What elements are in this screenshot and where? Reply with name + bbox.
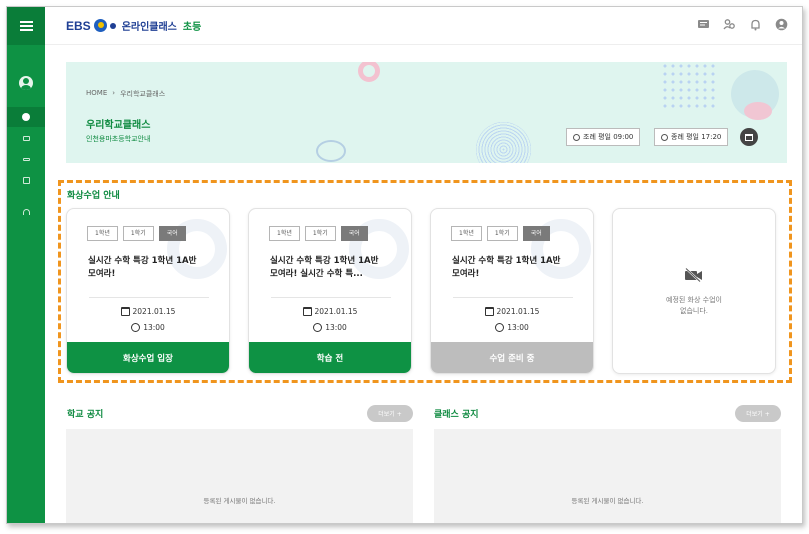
- card-tags: 1학년 1학기 국어: [451, 226, 550, 241]
- subject-tag: 국어: [340, 226, 368, 241]
- card-time: 13:00: [249, 323, 411, 332]
- live-class-card[interactable]: 1학년 1학기 국어 실시간 수학 특강 1학년 1A반 모여라! 2021.0…: [66, 208, 230, 374]
- card-title: 실시간 수학 특강 1학년 1A반 모여라!: [452, 256, 561, 279]
- breadcrumb-separator: ›: [112, 89, 116, 97]
- account-icon[interactable]: [775, 18, 788, 31]
- grade-tag: 1학년: [451, 226, 482, 241]
- breadcrumb: HOME › 우리학교클래스: [86, 89, 165, 99]
- enter-live-class-button[interactable]: 화상수업 입장: [67, 342, 229, 373]
- sound-icon[interactable]: [7, 132, 45, 144]
- calendar-icon: [120, 307, 130, 316]
- page-title: 우리학교클래스: [86, 120, 151, 131]
- preparing-class-button: 수업 준비 중: [431, 342, 593, 373]
- video-off-icon: [685, 268, 702, 282]
- class-notice-panel: 등록된 게시물이 없습니다.: [434, 429, 781, 523]
- breadcrumb-current: 우리학교클래스: [120, 90, 166, 98]
- top-header: EBS 온라인클래스 초등: [45, 7, 802, 45]
- school-name: 인천용마초등학교안내: [86, 135, 151, 143]
- calendar-icon: [484, 307, 494, 316]
- clock-icon: [661, 133, 668, 141]
- dismissal-label: 종례 평일 17:20: [671, 133, 722, 141]
- headset-icon[interactable]: [7, 206, 45, 218]
- school-notice-title: 학교 공지: [67, 410, 104, 420]
- semester-tag: 1학기: [486, 226, 518, 241]
- dismissal-time-button[interactable]: 종례 평일 17:20: [654, 128, 729, 146]
- live-class-title: 화상수업 안내: [67, 191, 120, 201]
- divider: [453, 297, 573, 298]
- bell-icon[interactable]: [749, 18, 762, 31]
- subject-tag: 국어: [522, 226, 550, 241]
- clock-icon: [573, 133, 580, 141]
- class-banner: HOME › 우리학교클래스 우리학교클래스 인천용마초등학교안내 조례 평일 …: [66, 62, 787, 163]
- empty-message: 예정된 화상 수업이 없습니다.: [613, 295, 775, 317]
- school-notice-panel: 등록된 게시물이 없습니다.: [66, 429, 413, 523]
- live-class-card[interactable]: 1학년 1학기 국어 실시간 수학 특강 1학년 1A반 모여라! 2021.0…: [430, 208, 594, 374]
- card-tags: 1학년 1학기 국어: [269, 226, 368, 241]
- breadcrumb-home[interactable]: HOME: [86, 89, 107, 99]
- users-icon[interactable]: [723, 18, 736, 31]
- empty-line-1: 예정된 화상 수업이: [666, 296, 722, 304]
- grade-tag: 1학년: [87, 226, 118, 241]
- calendar-button[interactable]: [740, 128, 758, 146]
- card-date: 2021.01.15: [249, 307, 411, 316]
- date-text: 2021.01.15: [314, 307, 358, 316]
- semester-tag: 1학기: [122, 226, 154, 241]
- alarm-icon: [131, 323, 141, 332]
- attendance-label: 조례 평일 09:00: [583, 133, 634, 141]
- date-text: 2021.01.15: [132, 307, 176, 316]
- card-date: 2021.01.15: [67, 307, 229, 316]
- calendar-icon: [302, 307, 312, 316]
- alarm-icon: [313, 323, 323, 332]
- class-notice-more-button[interactable]: 더보기 +: [735, 405, 781, 422]
- more-label: 더보기 +: [378, 411, 402, 418]
- card-title: 실시간 수학 특강 1학년 1A반 모여라! 실시간 수학 특...: [270, 256, 379, 279]
- message-icon[interactable]: [697, 18, 710, 31]
- ebs-logo[interactable]: EBS 온라인클래스 초등: [66, 18, 202, 34]
- empty-line-2: 없습니다.: [680, 307, 708, 315]
- school-notice-empty: 등록된 게시물이 없습니다.: [203, 497, 276, 505]
- grade-tag: 1학년: [269, 226, 300, 241]
- logo-dot-icon: [109, 22, 116, 29]
- divider: [89, 297, 209, 298]
- card-tags: 1학년 1학기 국어: [87, 226, 186, 241]
- more-label: 더보기 +: [746, 411, 770, 418]
- app-window: EBS 온라인클래스 초등 HOME › 우리학교클래스 우리학교클래스 인천용…: [6, 6, 803, 524]
- date-text: 2021.01.15: [496, 307, 540, 316]
- profile-icon[interactable]: [7, 75, 45, 91]
- class-icon[interactable]: [7, 107, 45, 127]
- logo-text: 온라인클래스: [121, 22, 177, 33]
- logo-level: 초등: [182, 22, 202, 33]
- card-time: 13:00: [67, 323, 229, 332]
- list-icon[interactable]: [7, 153, 45, 165]
- semester-tag: 1학기: [304, 226, 336, 241]
- class-notice-title: 클래스 공지: [434, 410, 479, 420]
- class-notice-empty: 등록된 게시물이 없습니다.: [571, 497, 644, 505]
- calendar-icon: [745, 133, 753, 141]
- card-title: 실시간 수학 특강 1학년 1A반 모여라!: [88, 256, 197, 279]
- card-time: 13:00: [431, 323, 593, 332]
- logo-brand: EBS: [66, 18, 91, 33]
- time-text: 13:00: [143, 323, 165, 332]
- live-class-card[interactable]: 1학년 1학기 국어 실시간 수학 특강 1학년 1A반 모여라! 실시간 수학…: [248, 208, 412, 374]
- card-date: 2021.01.15: [431, 307, 593, 316]
- menu-icon[interactable]: [7, 7, 45, 45]
- subject-tag: 국어: [158, 226, 186, 241]
- sidebar: [7, 7, 45, 523]
- logo-ball-icon: [93, 19, 107, 32]
- attendance-time-button[interactable]: 조례 평일 09:00: [566, 128, 641, 146]
- copy-icon[interactable]: [7, 174, 45, 186]
- time-text: 13:00: [325, 323, 347, 332]
- alarm-icon: [495, 323, 505, 332]
- time-text: 13:00: [507, 323, 529, 332]
- before-class-button[interactable]: 학습 전: [249, 342, 411, 373]
- school-notice-more-button[interactable]: 더보기 +: [367, 405, 413, 422]
- no-scheduled-class-card: 예정된 화상 수업이 없습니다.: [612, 208, 776, 374]
- header-icons: [697, 18, 788, 31]
- divider: [271, 297, 391, 298]
